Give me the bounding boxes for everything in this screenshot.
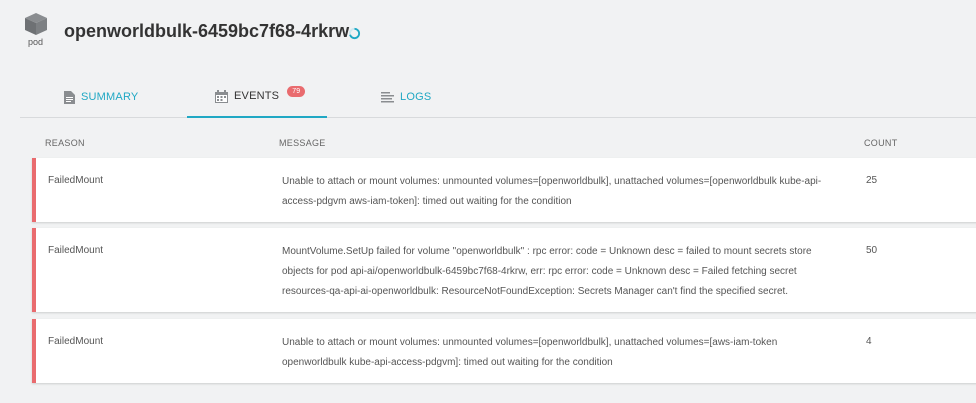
events-count-badge: 79 (287, 85, 306, 97)
tab-bar: SUMMARY EVENTS 79 LOGS (20, 76, 976, 118)
column-header-reason: REASON (45, 138, 85, 148)
events-table-header: REASON MESSAGE COUNT (0, 138, 976, 152)
tab-summary-label: SUMMARY (81, 91, 139, 103)
event-row[interactable]: FailedMount Unable to attach or mount vo… (32, 319, 976, 383)
event-count: 25 (866, 175, 878, 186)
column-header-count: COUNT (864, 138, 898, 148)
calendar-icon (215, 89, 228, 103)
column-header-message: MESSAGE (279, 138, 326, 148)
event-reason: FailedMount (48, 245, 104, 256)
event-message: Unable to attach or mount volumes: unmou… (282, 337, 778, 368)
page-title: openworldbulk-6459bc7f68-4rkrw (64, 21, 350, 41)
cube-icon (24, 13, 47, 35)
event-message: MountVolume.SetUp failed for volume "ope… (282, 246, 812, 297)
event-reason: FailedMount (48, 336, 104, 347)
page-header: pod openworldbulk-6459bc7f68-4rkrw (0, 0, 976, 60)
pod-label: pod (27, 37, 44, 47)
event-row[interactable]: FailedMount MountVolume.SetUp failed for… (32, 228, 976, 312)
tab-events[interactable]: EVENTS 79 (187, 76, 327, 118)
tab-events-label: EVENTS (234, 90, 280, 102)
loading-spinner-icon (348, 27, 361, 40)
document-icon (64, 90, 75, 104)
event-reason: FailedMount (48, 175, 104, 186)
event-message: Unable to attach or mount volumes: unmou… (282, 176, 822, 207)
tab-logs-label: LOGS (400, 91, 432, 103)
pod-kind-indicator: pod (22, 12, 49, 52)
lines-icon (381, 91, 394, 103)
event-row[interactable]: FailedMount Unable to attach or mount vo… (32, 158, 976, 222)
tab-logs[interactable]: LOGS (381, 76, 431, 118)
event-count: 4 (866, 336, 872, 347)
event-count: 50 (866, 245, 878, 256)
tab-summary[interactable]: SUMMARY (64, 76, 138, 118)
